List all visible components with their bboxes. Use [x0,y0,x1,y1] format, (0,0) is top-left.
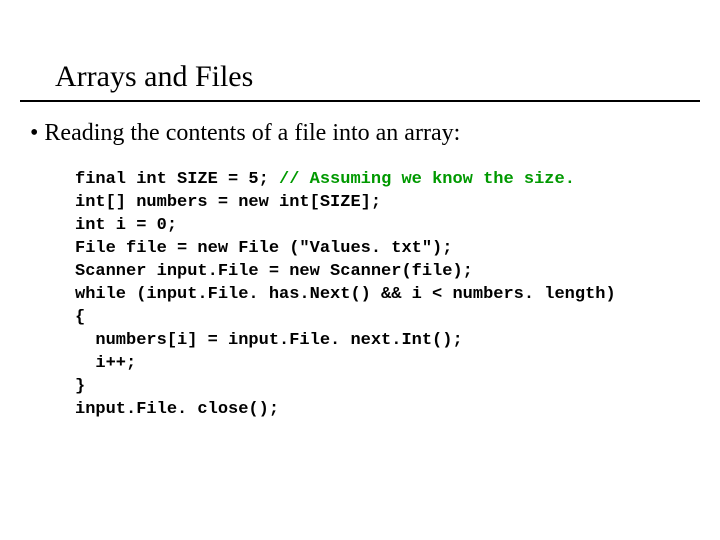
page-title: Arrays and Files [20,60,700,100]
code-line-4: File file = new File ("Values. txt"); [75,239,452,258]
code-line-6: while (input.File. has.Next() && i < num… [75,285,616,304]
code-line-10: } [75,377,85,396]
code-line-7: { [75,308,85,327]
code-line-1a: final int SIZE = 5; [75,170,279,189]
bullet-text: Reading the contents of a file into an a… [44,118,460,149]
code-line-2: int[] numbers = new int[SIZE]; [75,193,381,212]
code-block: final int SIZE = 5; // Assuming we know … [20,169,700,421]
code-line-9: i++; [75,354,136,373]
bullet-item: • Reading the contents of a file into an… [20,118,700,149]
code-line-8: numbers[i] = input.File. next.Int(); [75,331,463,350]
code-line-3: int i = 0; [75,216,177,235]
code-line-5: Scanner input.File = new Scanner(file); [75,262,473,281]
bullet-dot-icon: • [30,118,38,149]
code-line-11: input.File. close(); [75,400,279,419]
title-divider [20,100,700,102]
code-comment: // Assuming we know the size. [279,170,575,189]
